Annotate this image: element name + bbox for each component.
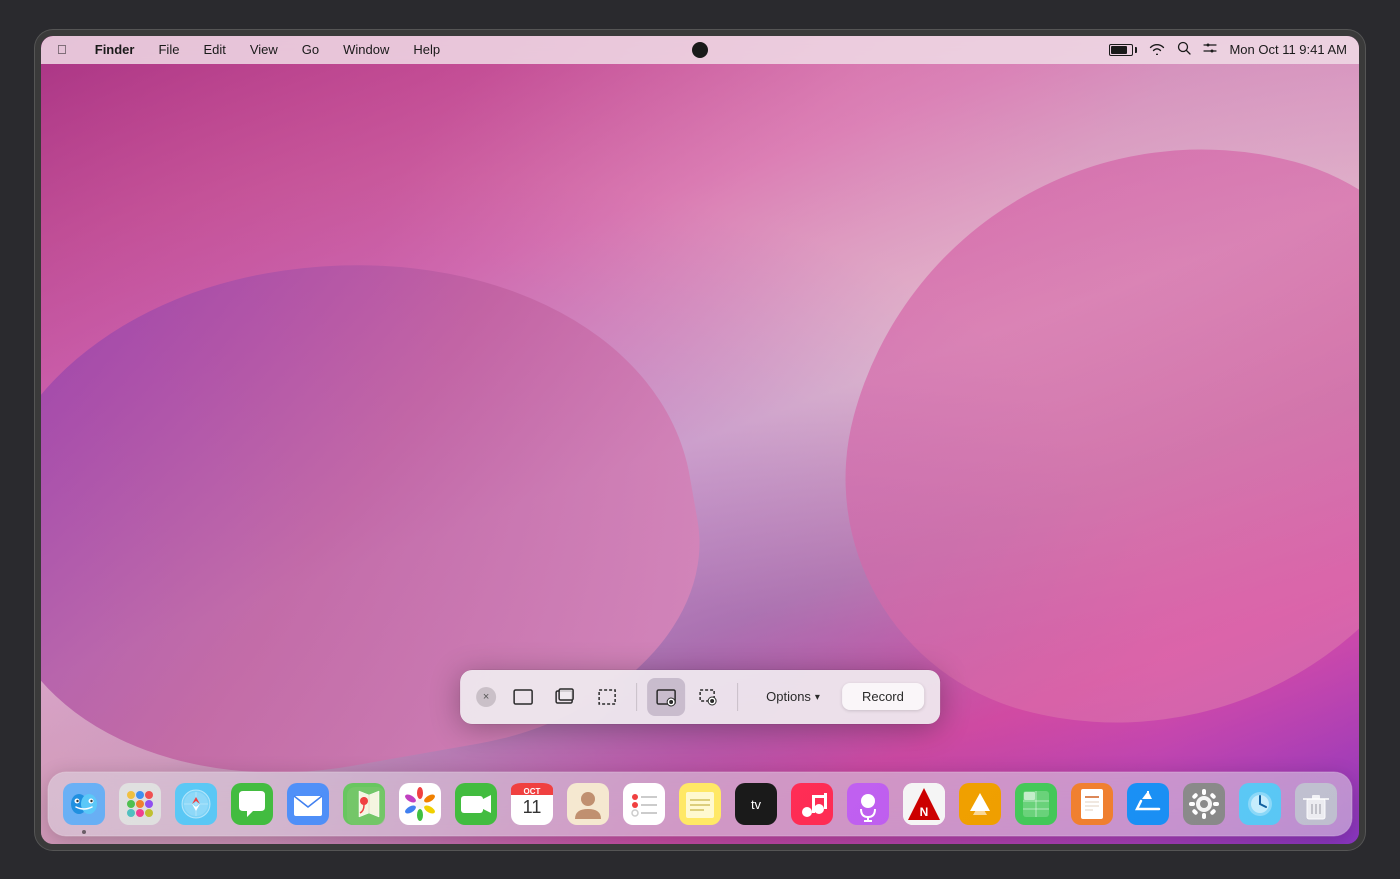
toolbar-separator-1 — [636, 683, 637, 711]
dock-item-transmit[interactable] — [954, 778, 1006, 830]
menu-file[interactable]: File — [154, 40, 183, 59]
dock-item-mail[interactable] — [282, 778, 334, 830]
menubar-left:  Finder File Edit View Go Window Help — [53, 40, 1109, 59]
menubar-right: Mon Oct 11 9:41 AM — [1109, 41, 1347, 58]
dock-item-news[interactable]: N — [898, 778, 950, 830]
dock: OCT 11 — [48, 772, 1352, 836]
screenshot-selection-button[interactable] — [588, 678, 626, 716]
record-button[interactable]: Record — [842, 683, 924, 710]
dock-item-launchpad[interactable] — [114, 778, 166, 830]
dock-item-music[interactable] — [786, 778, 838, 830]
dock-item-system-preferences[interactable] — [1178, 778, 1230, 830]
dock-item-safari[interactable] — [170, 778, 222, 830]
dock-item-messages[interactable] — [226, 778, 278, 830]
mac-frame:  Finder File Edit View Go Window Help — [35, 30, 1365, 850]
dock-item-finder[interactable] — [58, 778, 110, 830]
dock-item-notes[interactable] — [674, 778, 726, 830]
dock-item-podcasts[interactable] — [842, 778, 894, 830]
menu-help[interactable]: Help — [409, 40, 444, 59]
toolbar-separator-2 — [737, 683, 738, 711]
svg-text:tv: tv — [751, 797, 762, 812]
svg-text:11: 11 — [523, 797, 542, 817]
options-button[interactable]: Options ▾ — [752, 683, 834, 710]
dock-item-pages[interactable] — [1066, 778, 1118, 830]
clock: Mon Oct 11 9:41 AM — [1229, 42, 1347, 57]
dock-running-dot — [82, 830, 86, 834]
dock-item-contacts[interactable] — [562, 778, 614, 830]
options-chevron-icon: ▾ — [815, 692, 820, 703]
svg-text:N: N — [920, 805, 929, 819]
desktop-screen:  Finder File Edit View Go Window Help — [41, 36, 1359, 844]
screenshot-window-button[interactable] — [546, 678, 584, 716]
record-fullscreen-button[interactable] — [647, 678, 685, 716]
menu-view[interactable]: View — [246, 40, 282, 59]
screenshot-toolbar: × — [460, 670, 940, 724]
dock-item-appstore[interactable] — [1122, 778, 1174, 830]
battery-icon — [1109, 44, 1137, 56]
svg-text:OCT: OCT — [524, 787, 541, 796]
close-button[interactable]: × — [476, 687, 496, 707]
dock-item-screentime[interactable] — [1234, 778, 1286, 830]
control-center-icon[interactable] — [1203, 41, 1217, 58]
camera-notch — [692, 42, 708, 58]
wifi-icon — [1149, 42, 1165, 58]
dock-item-numbers[interactable] — [1010, 778, 1062, 830]
dock-item-maps[interactable] — [338, 778, 390, 830]
dock-item-photos[interactable] — [394, 778, 446, 830]
dock-item-trash[interactable] — [1290, 778, 1342, 830]
spotlight-search-icon[interactable] — [1177, 41, 1191, 58]
dock-item-calendar[interactable]: OCT 11 — [506, 778, 558, 830]
screenshot-fullscreen-button[interactable] — [504, 678, 542, 716]
dock-item-facetime[interactable] — [450, 778, 502, 830]
dock-item-reminders[interactable] — [618, 778, 670, 830]
menu-edit[interactable]: Edit — [199, 40, 229, 59]
dock-item-appletv[interactable]: tv — [730, 778, 782, 830]
menu-window[interactable]: Window — [339, 40, 393, 59]
record-selection-button[interactable] — [689, 678, 727, 716]
menu-finder[interactable]: Finder — [91, 40, 139, 59]
apple-menu[interactable]:  — [53, 40, 71, 59]
menu-go[interactable]: Go — [298, 40, 323, 59]
